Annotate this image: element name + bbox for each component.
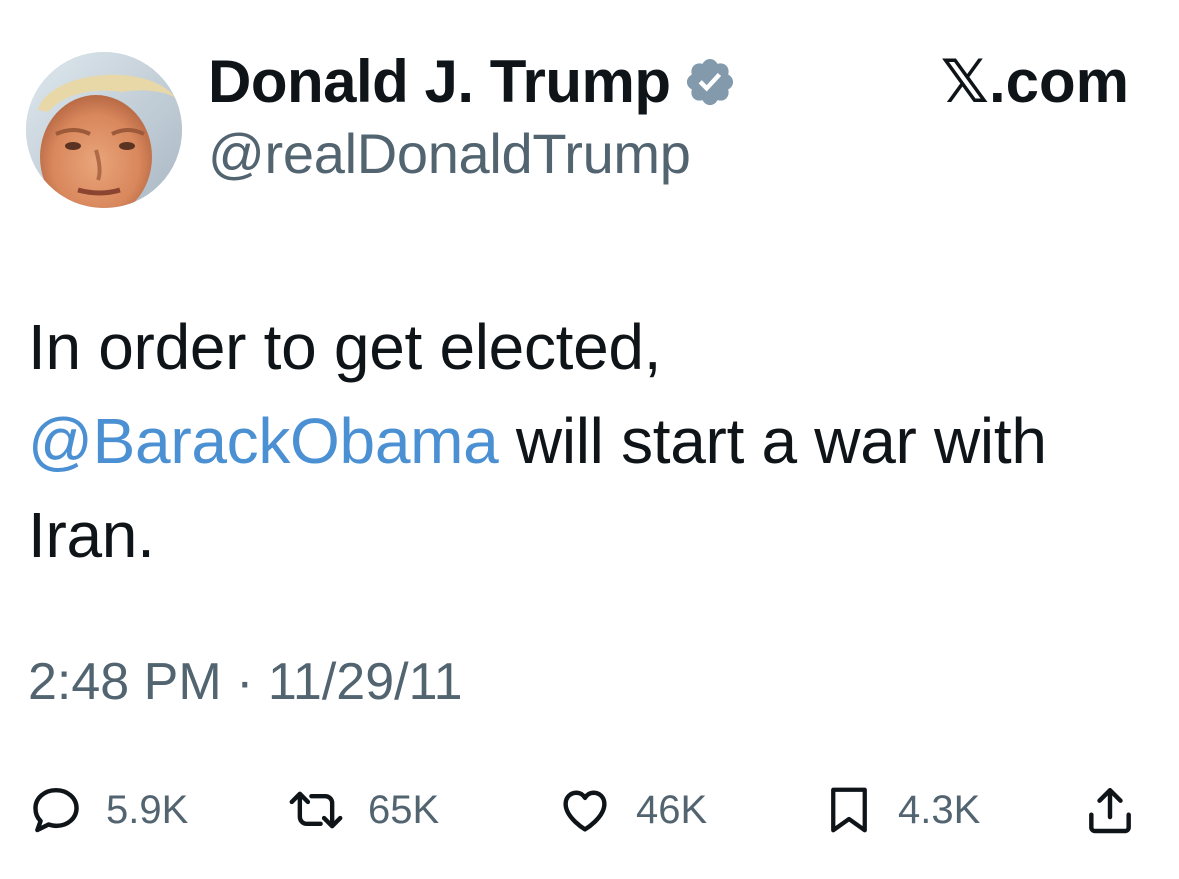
share-button[interactable]: [1082, 780, 1138, 840]
retweet-icon: [289, 791, 343, 829]
mention-link[interactable]: @BarackObama: [28, 405, 499, 477]
like-button[interactable]: 46K: [556, 780, 707, 840]
user-handle[interactable]: @realDonaldTrump: [208, 126, 691, 182]
like-count: 46K: [636, 788, 708, 832]
heart-icon: [563, 790, 607, 832]
reply-count: 5.9K: [106, 788, 189, 832]
tweet-text-part: In order to get elected,: [28, 311, 662, 383]
bookmark-button[interactable]: 4.3K: [822, 780, 980, 840]
retweet-button[interactable]: 65K: [286, 780, 439, 840]
bookmark-count: 4.3K: [898, 788, 981, 832]
reply-icon: [33, 787, 79, 833]
display-name[interactable]: Donald J. Trump: [208, 52, 671, 112]
tweet-timestamp[interactable]: 2:48 PM · 11/29/11: [28, 656, 463, 708]
profile-photo: [26, 52, 182, 208]
x-logo: 𝕏.com: [940, 48, 1129, 115]
avatar[interactable]: [26, 52, 182, 208]
reply-button[interactable]: 5.9K: [28, 780, 188, 840]
action-bar: 5.9K 65K 46K 4.3K: [0, 780, 1179, 840]
verified-badge-icon[interactable]: [683, 55, 737, 109]
retweet-count: 65K: [368, 788, 440, 832]
tweet-text: In order to get elected, @BarackObama wi…: [28, 300, 1148, 582]
author-name-row[interactable]: Donald J. Trump: [208, 44, 737, 120]
bookmark-icon: [831, 787, 867, 833]
share-icon: [1089, 787, 1131, 834]
